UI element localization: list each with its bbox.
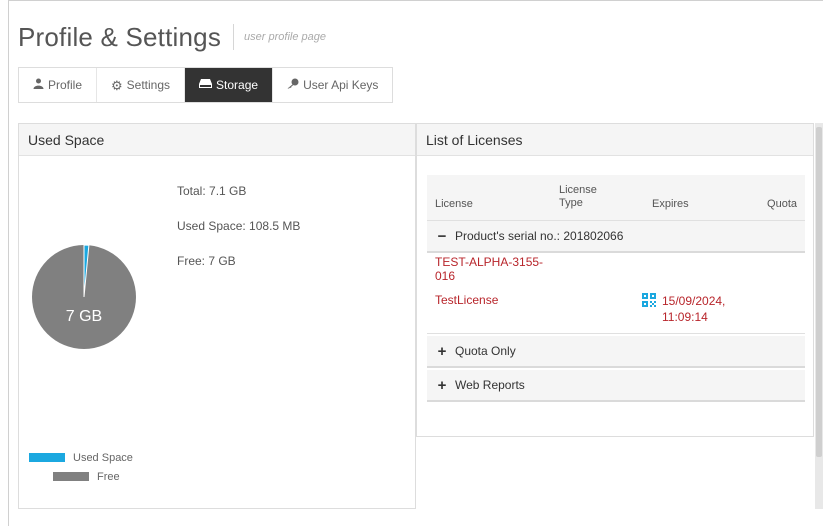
col-header-expires: Expires	[652, 198, 689, 210]
license-row: TestLicense 15/09/2024, 11:09:14	[427, 284, 805, 334]
expires-line2: 11:09:14	[662, 310, 708, 324]
tab-settings-label: Settings	[126, 78, 171, 92]
group-serial-toggle[interactable]: − Product's serial no.: 201802066	[427, 221, 805, 253]
stat-total: Total: 7.1 GB	[177, 184, 247, 198]
user-icon	[33, 78, 44, 92]
legend-swatch-used	[29, 453, 65, 462]
group-serial-label: Product's serial no.: 201802066	[455, 229, 624, 243]
qr-code-icon[interactable]	[642, 293, 656, 307]
collapse-icon: −	[437, 227, 447, 245]
group-quota-only-label: Quota Only	[455, 344, 516, 358]
legend-label-free: Free	[97, 470, 120, 483]
tab-settings[interactable]: ⚙ Settings	[97, 68, 186, 102]
settings-tabs: Profile ⚙ Settings Storage User Api Keys	[18, 67, 394, 103]
legend-label-used: Used Space	[73, 451, 133, 464]
group-web-reports-toggle[interactable]: + Web Reports	[427, 370, 805, 402]
licenses-table: License License Type Expires Quota − Pro…	[427, 175, 805, 402]
pie-svg	[32, 244, 136, 349]
window-top-border	[8, 0, 823, 1]
scrollbar-thumb[interactable]	[816, 127, 822, 457]
col-header-type-line1: License	[559, 184, 597, 196]
page-subtitle: user profile page	[244, 31, 326, 43]
gear-icon: ⚙	[111, 77, 123, 93]
stat-free: Free: 7 GB	[177, 254, 236, 268]
used-space-heading: Used Space	[19, 124, 415, 156]
expand-icon: +	[437, 342, 447, 360]
col-header-license-type: License Type	[559, 184, 652, 210]
pie-legend: Used Space Free	[29, 448, 133, 486]
col-header-quota: Quota	[767, 198, 797, 210]
licenses-panel: List of Licenses License License Type Ex…	[416, 123, 814, 437]
tab-storage[interactable]: Storage	[185, 68, 274, 102]
tab-user-api-keys-label: User Api Keys	[303, 78, 379, 92]
licenses-table-header: License License Type Expires Quota	[427, 175, 805, 221]
col-header-license: License	[435, 198, 473, 210]
page-title: Profile & Settings	[18, 21, 222, 52]
tab-profile-label: Profile	[48, 78, 83, 92]
licenses-heading: List of Licenses	[417, 124, 813, 156]
group-web-reports-label: Web Reports	[455, 378, 525, 392]
group-quota-only-toggle[interactable]: + Quota Only	[427, 336, 805, 368]
window-left-border	[8, 0, 9, 526]
page-header: Profile & Settings user profile page	[18, 20, 326, 54]
license-expires-cell: 15/09/2024, 11:09:14	[642, 293, 752, 333]
tab-profile[interactable]: Profile	[19, 68, 98, 102]
stat-used: Used Space: 108.5 MB	[177, 219, 301, 233]
storage-pie-chart: 7 GB	[31, 244, 137, 350]
tab-user-api-keys[interactable]: User Api Keys	[273, 68, 393, 102]
tab-storage-label: Storage	[216, 78, 259, 92]
license-type-cell	[559, 293, 652, 333]
hard-drive-icon	[199, 79, 213, 91]
license-name[interactable]: TestLicense	[427, 293, 559, 333]
license-row: TEST-ALPHA-3155-016	[427, 253, 805, 284]
vertical-scrollbar[interactable]	[815, 123, 823, 509]
legend-swatch-free	[53, 472, 89, 481]
legend-item-used: Used Space	[29, 448, 133, 467]
license-expires-date: 15/09/2024, 11:09:14	[662, 293, 725, 333]
storage-stats: Total: 7.1 GB Used Space: 108.5 MB Free:…	[177, 184, 300, 289]
title-separator	[233, 24, 235, 50]
used-space-panel: Used Space 7 GB Total: 7.1 GB Used Space…	[18, 123, 416, 509]
legend-item-free: Free	[29, 467, 133, 486]
key-icon	[287, 78, 299, 92]
expand-icon: +	[437, 376, 447, 394]
col-header-type-line2: Type	[559, 197, 583, 209]
expires-line1: 15/09/2024,	[662, 294, 726, 308]
pie-center-label: 7 GB	[65, 308, 103, 325]
license-name[interactable]: TEST-ALPHA-3155-016	[427, 255, 559, 283]
